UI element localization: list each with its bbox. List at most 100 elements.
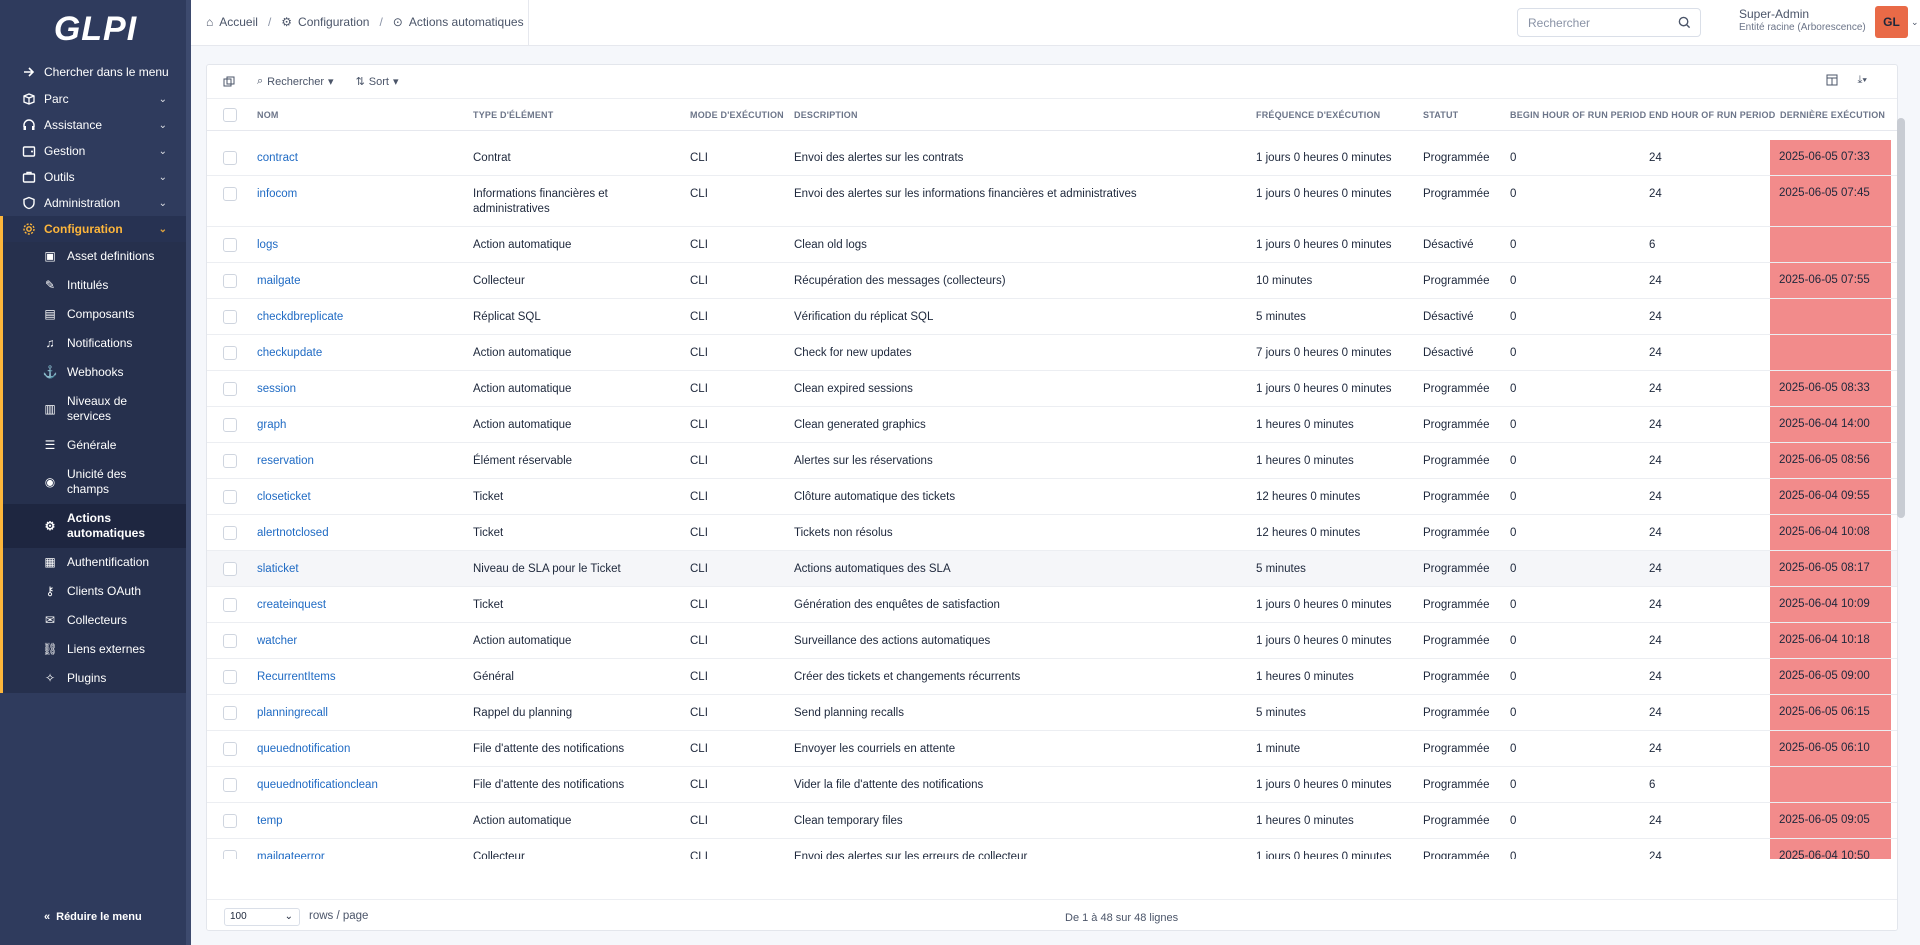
sidebar-item-assistance[interactable]: Assistance ⌄ (0, 112, 191, 138)
submenu-item-niveaux-de-services[interactable]: ▥ Niveaux de services (3, 387, 191, 431)
col-end-hour[interactable]: End hour of run period (1649, 110, 1775, 120)
cell-nom[interactable]: slaticket (257, 562, 299, 577)
breadcrumb-configuration[interactable]: Configuration (298, 15, 369, 29)
table-row[interactable]: infocom Informations financières et admin… (207, 176, 1897, 227)
row-checkbox[interactable] (223, 742, 237, 756)
table-row[interactable]: RecurrentItems Général CLI Créer des ticket… (207, 659, 1897, 695)
submenu-item-clients-oauth[interactable]: ⚷ Clients OAuth (3, 577, 191, 606)
cell-nom[interactable]: temp (257, 814, 283, 829)
table-row[interactable]: closeticket Ticket CLI Clôture automatique … (207, 479, 1897, 515)
row-checkbox[interactable] (223, 850, 237, 859)
sidebar-item-gestion[interactable]: Gestion ⌄ (0, 138, 191, 164)
sidebar-item-parc[interactable]: Parc ⌄ (0, 86, 191, 112)
row-checkbox[interactable] (223, 310, 237, 324)
table-row[interactable]: reservation Élément réservable CLI Alertes … (207, 443, 1897, 479)
table-row[interactable]: temp Action automatique CLI Clean temporary… (207, 803, 1897, 839)
submenu-item-asset-definitions[interactable]: ▣ Asset definitions (3, 242, 191, 271)
row-checkbox[interactable] (223, 778, 237, 792)
columns-icon[interactable] (1826, 74, 1838, 89)
cell-nom[interactable]: mailgate (257, 274, 300, 289)
row-checkbox[interactable] (223, 634, 237, 648)
row-checkbox[interactable] (223, 526, 237, 540)
row-checkbox[interactable] (223, 187, 237, 201)
submenu-item-actions-automatiques[interactable]: ⚙ Actions automatiques (3, 504, 191, 548)
cell-nom[interactable]: createinquest (257, 598, 326, 613)
breadcrumb-accueil[interactable]: Accueil (219, 15, 258, 29)
row-checkbox[interactable] (223, 238, 237, 252)
table-row[interactable]: mailgateerror Collecteur CLI Envoi des aler… (207, 839, 1897, 859)
table-row[interactable]: queuednotificationclean File d'attente de… (207, 767, 1897, 803)
table-row[interactable]: queuednotification File d'attente des not… (207, 731, 1897, 767)
row-checkbox[interactable] (223, 454, 237, 468)
submenu-item-notifications[interactable]: ♫ Notifications (3, 329, 191, 358)
rows-per-page-select[interactable]: 100 ⌄ (224, 908, 300, 926)
submenu-item-plugins[interactable]: ✧ Plugins (3, 664, 191, 693)
export-download-icon[interactable]: ⤓▾ (1858, 74, 1867, 89)
table-row[interactable]: session Action automatique CLI Clean expire… (207, 371, 1897, 407)
breadcrumb-actions[interactable]: Actions automatiques (409, 15, 524, 29)
table-row[interactable]: createinquest Ticket CLI Génération des enq… (207, 587, 1897, 623)
submenu-item-composants[interactable]: ▤ Composants (3, 300, 191, 329)
row-checkbox[interactable] (223, 562, 237, 576)
cell-nom[interactable]: session (257, 382, 296, 397)
user-info[interactable]: Super-Admin Entité racine (Arborescence) (1739, 8, 1866, 34)
global-search-input[interactable] (1518, 9, 1668, 36)
cell-nom[interactable]: watcher (257, 634, 297, 649)
page-scrollbar-thumb[interactable] (1897, 118, 1905, 518)
cell-nom[interactable]: queuednotificationclean (257, 778, 378, 793)
select-all-toggle-icon[interactable] (223, 76, 235, 88)
cell-nom[interactable]: graph (257, 418, 286, 433)
submenu-item-collecteurs[interactable]: ✉ Collecteurs (3, 606, 191, 635)
table-row[interactable]: checkupdate Action automatique CLI Check fo… (207, 335, 1897, 371)
row-checkbox[interactable] (223, 670, 237, 684)
cell-nom[interactable]: logs (257, 238, 278, 253)
col-derniere-execution[interactable]: Dernière exécution (1780, 110, 1885, 120)
collapse-menu-button[interactable]: « Réduire le menu (44, 911, 142, 923)
cell-nom[interactable]: planningrecall (257, 706, 328, 721)
submenu-item-webhooks[interactable]: ⚓ Webhooks (3, 358, 191, 387)
cell-nom[interactable]: reservation (257, 454, 314, 469)
col-description[interactable]: Description (794, 110, 858, 120)
sidebar-item-configuration[interactable]: Configuration ⌄ (0, 216, 191, 242)
cell-nom[interactable]: alertnotclosed (257, 526, 329, 541)
submenu-item-authentification[interactable]: ▦ Authentification (3, 548, 191, 577)
col-mode[interactable]: Mode d'exécution (690, 110, 784, 120)
table-row[interactable]: watcher Action automatique CLI Surveillance… (207, 623, 1897, 659)
glpi-logo[interactable]: GLPI (0, 0, 191, 58)
avatar[interactable]: GL (1875, 6, 1908, 38)
submenu-item-intitul-s[interactable]: ✎ Intitulés (3, 271, 191, 300)
table-row[interactable]: contract Contrat CLI Envoi des alertes sur … (207, 140, 1897, 176)
cell-nom[interactable]: infocom (257, 187, 297, 202)
cell-nom[interactable]: checkdbreplicate (257, 310, 343, 325)
sidebar-scrollbar[interactable] (186, 0, 191, 945)
sort-button[interactable]: ⇅ Sort ▾ (356, 75, 399, 89)
row-checkbox[interactable] (223, 274, 237, 288)
row-checkbox[interactable] (223, 814, 237, 828)
search-icon[interactable] (1678, 16, 1691, 32)
cell-nom[interactable]: queuednotification (257, 742, 350, 757)
chevron-down-icon[interactable]: ⌄ (1911, 17, 1919, 28)
col-frequence[interactable]: Fréquence d'exécution (1256, 110, 1380, 120)
row-checkbox[interactable] (223, 598, 237, 612)
row-checkbox[interactable] (223, 382, 237, 396)
row-checkbox[interactable] (223, 706, 237, 720)
row-checkbox[interactable] (223, 418, 237, 432)
search-filter-button[interactable]: ⌕ Rechercher ▾ (257, 75, 334, 88)
col-statut[interactable]: Statut (1423, 110, 1458, 120)
table-row[interactable]: alertnotclosed Ticket CLI Tickets non résol… (207, 515, 1897, 551)
cell-nom[interactable]: checkupdate (257, 346, 322, 361)
submenu-item-liens-externes[interactable]: ⛓ Liens externes (3, 635, 191, 664)
select-all-checkbox[interactable] (223, 108, 237, 122)
menu-search-button[interactable]: Chercher dans le menu (0, 58, 191, 86)
col-nom[interactable]: Nom (257, 110, 279, 120)
cell-nom[interactable]: RecurrentItems (257, 670, 336, 685)
row-checkbox[interactable] (223, 346, 237, 360)
submenu-item-g-n-rale[interactable]: ☰ Générale (3, 431, 191, 460)
table-row[interactable]: slaticket Niveau de SLA pour le Ticket CLI… (207, 551, 1897, 587)
row-checkbox[interactable] (223, 151, 237, 165)
submenu-item-unicit-des-champs[interactable]: ◉ Unicité des champs (3, 460, 191, 504)
table-row[interactable]: graph Action automatique CLI Clean generate… (207, 407, 1897, 443)
col-begin-hour[interactable]: Begin hour of run period (1510, 110, 1646, 120)
table-row[interactable]: logs Action automatique CLI Clean old logs 1… (207, 227, 1897, 263)
col-type[interactable]: Type d'élément (473, 110, 553, 120)
